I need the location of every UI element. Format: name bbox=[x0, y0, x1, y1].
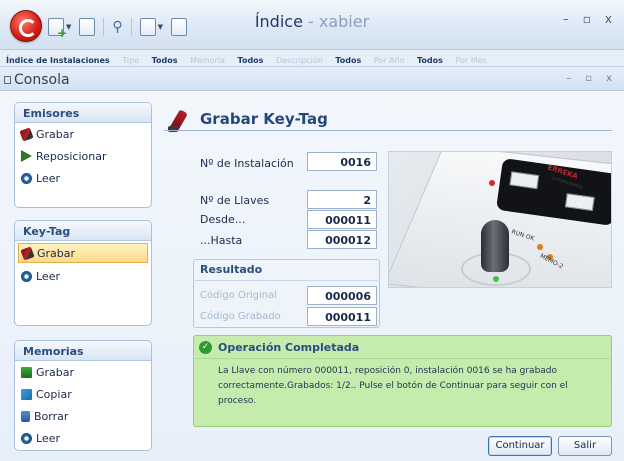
memorias-grabar-item[interactable]: Grabar bbox=[15, 361, 151, 383]
consola-close-button[interactable]: x bbox=[606, 73, 612, 84]
maximize-button[interactable]: ▫ bbox=[583, 12, 591, 26]
memorias-copiar-label: Copiar bbox=[36, 387, 72, 401]
success-title: Operación Completada bbox=[218, 341, 360, 354]
pen-icon bbox=[19, 126, 34, 142]
codigo-original-label: Código Original bbox=[200, 290, 278, 301]
codigo-grabado-field[interactable]: 000011 bbox=[307, 307, 377, 326]
filter-tipo[interactable]: Todos bbox=[152, 56, 178, 65]
page-title: Grabar Key-Tag bbox=[200, 110, 328, 128]
device-photo: ERREKA AUTOMATISMOS RUN OK MEMO-2 bbox=[388, 151, 612, 288]
close-button[interactable]: x bbox=[605, 12, 612, 26]
consola-titlebar: Consola – ▫ x bbox=[0, 67, 624, 91]
consola-maximize-button[interactable]: ▫ bbox=[585, 73, 592, 84]
success-message: La Llave con número 000011, reposición 0… bbox=[218, 366, 568, 406]
llaves-label: Nº de Llaves bbox=[200, 194, 270, 207]
desde-field[interactable]: 000011 bbox=[307, 210, 377, 229]
arrow-right-icon bbox=[21, 150, 32, 162]
emisores-grabar-item[interactable]: Grabar bbox=[15, 123, 151, 145]
app-title-main: Índice bbox=[254, 12, 303, 31]
success-divider bbox=[195, 358, 610, 359]
llaves-field[interactable]: 2 bbox=[307, 190, 377, 209]
panel-emisores-title: Emisores bbox=[15, 103, 151, 123]
memorias-copiar-item[interactable]: Copiar bbox=[15, 383, 151, 405]
panel-emisores: Emisores Grabar Reposicionar Leer bbox=[14, 102, 152, 208]
app-title: Índice - xabier bbox=[0, 12, 624, 31]
consola-window-controls: – ▫ x bbox=[566, 73, 612, 84]
emisores-grabar-label: Grabar bbox=[36, 127, 75, 141]
resultado-divider bbox=[195, 280, 378, 281]
title-divider bbox=[164, 130, 612, 131]
keytag-grabar-item[interactable]: Grabar bbox=[18, 243, 148, 263]
copy-icon bbox=[21, 388, 32, 400]
device-slot-contact bbox=[509, 171, 540, 190]
keytag-grabar-label: Grabar bbox=[37, 246, 76, 260]
filter-descripcion[interactable]: Todos bbox=[335, 56, 361, 65]
instalacion-label: Nº de Instalación bbox=[200, 157, 294, 170]
window-icon bbox=[4, 76, 11, 84]
resultado-title: Resultado bbox=[200, 263, 263, 276]
codigo-original-field[interactable]: 000006 bbox=[307, 286, 377, 305]
emisores-reposicionar-label: Reposicionar bbox=[36, 149, 107, 163]
green-led-icon bbox=[493, 276, 499, 282]
minimize-button[interactable]: – bbox=[563, 12, 569, 26]
memorias-grabar-label: Grabar bbox=[36, 365, 75, 379]
hasta-label: ...Hasta bbox=[200, 234, 243, 247]
codigo-grabado-label: Código Grabado bbox=[200, 311, 281, 322]
emisores-leer-label: Leer bbox=[36, 171, 60, 185]
filter-por-ano[interactable]: Todos bbox=[417, 56, 443, 65]
keytag-leer-item[interactable]: Leer bbox=[15, 265, 151, 287]
red-led-icon bbox=[489, 180, 495, 186]
memorias-borrar-label: Borrar bbox=[34, 409, 69, 423]
tab-por-ano[interactable]: Por Año bbox=[374, 56, 405, 65]
keytag-leer-label: Leer bbox=[36, 269, 60, 283]
memorias-borrar-item[interactable]: Borrar bbox=[15, 405, 151, 427]
app-title-user: xabier bbox=[318, 12, 370, 31]
keytag-fob bbox=[481, 220, 509, 272]
panel-keytag-title: Key-Tag bbox=[15, 221, 151, 241]
panel-memorias-title: Memorias bbox=[15, 341, 151, 361]
emisores-reposicionar-item[interactable]: Reposicionar bbox=[15, 145, 151, 167]
consola-minimize-button[interactable]: – bbox=[566, 73, 571, 84]
memorias-leer-item[interactable]: Leer bbox=[15, 427, 151, 449]
instalacion-field[interactable]: 0016 bbox=[307, 152, 377, 171]
tab-por-mes[interactable]: Por Mes bbox=[455, 56, 486, 65]
ribbon-tabs-row: Índice de Instalaciones Tipo Todos Memor… bbox=[0, 50, 624, 67]
read-icon bbox=[21, 432, 32, 444]
panel-keytag: Key-Tag Grabar Leer bbox=[14, 220, 152, 326]
tab-indice-instalaciones[interactable]: Índice de Instalaciones bbox=[6, 56, 110, 65]
memory-write-icon bbox=[21, 366, 32, 378]
read-icon bbox=[21, 172, 32, 184]
panel-memorias: Memorias Grabar Copiar Borrar Leer bbox=[14, 340, 152, 451]
read-icon bbox=[21, 270, 32, 282]
hasta-field[interactable]: 000012 bbox=[307, 230, 377, 249]
salir-button[interactable]: Salir bbox=[558, 436, 612, 456]
checkmark-icon: ✓ bbox=[199, 341, 212, 354]
desde-label: Desde... bbox=[200, 213, 246, 226]
app-titlebar: ▼ ⚲ ▼ Índice - xabier – ▫ x bbox=[0, 0, 624, 50]
tab-tipo[interactable]: Tipo bbox=[122, 56, 139, 65]
filter-memoria[interactable]: Todos bbox=[238, 56, 264, 65]
trash-icon bbox=[21, 410, 30, 422]
tab-memoria[interactable]: Memoria bbox=[190, 56, 225, 65]
emisores-leer-item[interactable]: Leer bbox=[15, 167, 151, 189]
continuar-button[interactable]: Continuar bbox=[488, 436, 552, 456]
pen-icon bbox=[20, 245, 35, 261]
device-slot-contact bbox=[564, 193, 595, 212]
memorias-leer-label: Leer bbox=[36, 431, 60, 445]
orange-led-icon bbox=[537, 244, 543, 250]
tab-descripcion[interactable]: Descripción bbox=[276, 56, 323, 65]
app-title-separator: - bbox=[302, 12, 319, 31]
window-controls: – ▫ x bbox=[563, 12, 612, 26]
consola-title: Consola bbox=[14, 72, 70, 88]
